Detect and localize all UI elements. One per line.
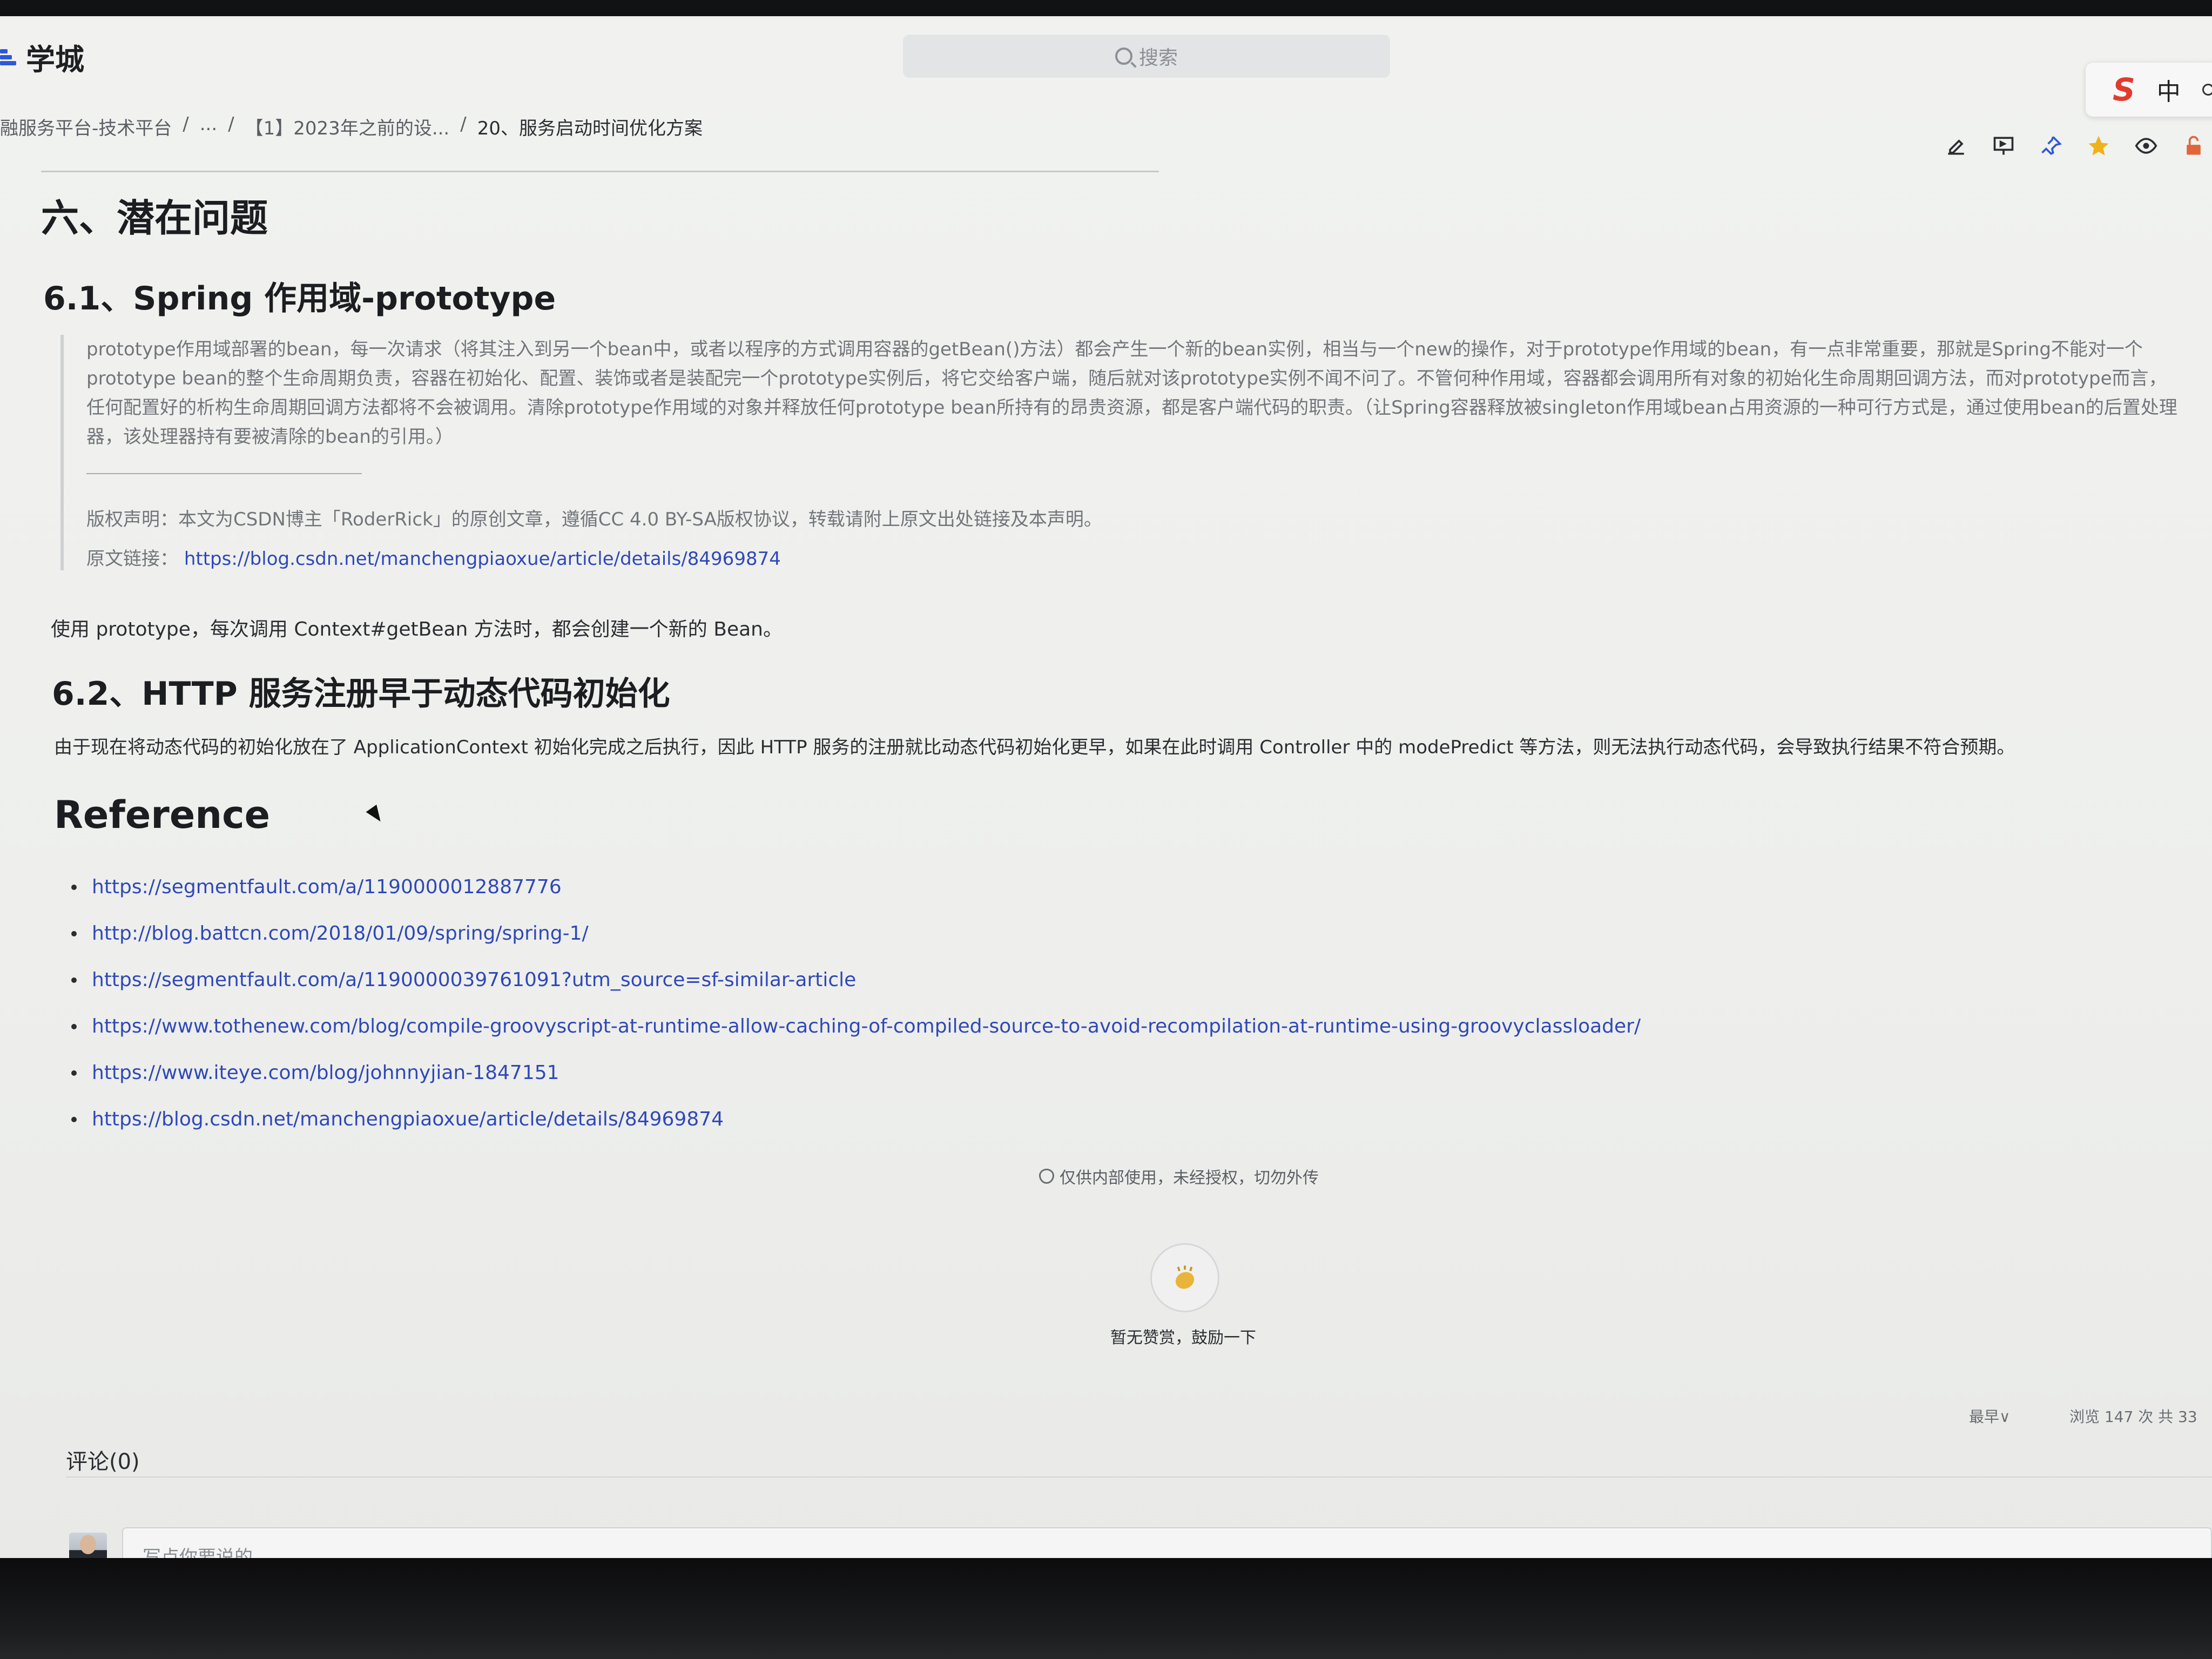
reference-link[interactable]: https://segmentfault.com/a/1190000039761… — [92, 969, 856, 991]
reference-list: https://segmentfault.com/a/1190000012887… — [70, 864, 1641, 1143]
ime-settings-icon[interactable] — [2202, 84, 2212, 96]
reference-link[interactable]: https://blog.csdn.net/manchengpiaoxue/ar… — [92, 1108, 724, 1130]
breadcrumb: 融服务平台-技术平台 / ... / 【1】2023年之前的设... / 20、… — [0, 113, 703, 140]
breadcrumb-current: 20、服务启动时间优化方案 — [477, 118, 703, 139]
body-text: 由于现在将动态代码的初始化放在了 ApplicationContext 初始化完… — [54, 737, 2015, 758]
quote-line: prototype作用域部署的bean，每一次请求（将其注入到另一个bean中，… — [86, 339, 2143, 360]
reference-link[interactable]: https://www.iteye.com/blog/johnnyjian-18… — [92, 1062, 559, 1084]
pin-icon[interactable] — [2039, 134, 2063, 158]
app-title: 学城 — [26, 43, 84, 77]
shield-icon — [1039, 1169, 1054, 1184]
eye-icon[interactable] — [2134, 134, 2158, 158]
search-icon — [1115, 48, 1132, 65]
source-link[interactable]: https://blog.csdn.net/manchengpiaoxue/ar… — [184, 548, 781, 570]
app-logo[interactable]: 学城 — [0, 36, 84, 78]
search-placeholder: 搜索 — [1138, 47, 1178, 69]
list-item: https://segmentfault.com/a/1190000039761… — [70, 957, 1641, 1003]
copyright-notice: 版权声明：本文为CSDN博主「RoderRick」的原创文章，遵循CC 4.0 … — [86, 509, 1102, 530]
list-item: https://segmentfault.com/a/1190000012887… — [70, 864, 1641, 911]
reference-link[interactable]: https://segmentfault.com/a/1190000012887… — [92, 876, 562, 898]
quote-line: 任何配置好的析构生命周期回调方法都将不会被调用。清除prototype作用域的对… — [86, 397, 2177, 419]
breadcrumb-separator: / — [228, 113, 234, 135]
breadcrumb-item[interactable]: 【1】2023年之前的设... — [245, 113, 450, 140]
star-icon[interactable] — [2087, 134, 2110, 158]
quote-line: 器，该处理器持有要被清除的bean的引用。） — [86, 426, 454, 448]
comments-title: 评论(0) — [66, 1449, 140, 1474]
mouse-pointer-icon — [366, 804, 386, 826]
blockquote: prototype作用域部署的bean，每一次请求（将其注入到另一个bean中，… — [60, 335, 2212, 570]
source-link-row: 原文链接： https://blog.csdn.net/manchengpiao… — [86, 544, 2212, 570]
ime-logo[interactable]: S — [2113, 71, 2135, 108]
clap-icon — [1175, 1265, 1195, 1289]
lock-icon[interactable] — [2182, 134, 2206, 158]
view-count: 浏览 147 次 共 33 — [2069, 1408, 2197, 1426]
comment-sort-dropdown[interactable]: 最早∨ — [1969, 1405, 2011, 1427]
subsection-heading: 6.2、HTTP 服务注册早于动态代码初始化 — [52, 675, 670, 713]
search-input[interactable]: 搜索 — [903, 35, 1390, 78]
divider — [66, 1476, 2212, 1478]
list-item: https://www.tothenew.com/blog/compile-gr… — [70, 1003, 1641, 1050]
notice-text: 仅供内部使用，未经授权，切勿外传 — [1060, 1169, 1319, 1188]
ime-toolbar[interactable]: S 中 — [2086, 63, 2212, 117]
breadcrumb-item[interactable]: 融服务平台-技术平台 — [0, 113, 172, 140]
reference-link[interactable]: https://www.tothenew.com/blog/compile-gr… — [92, 1015, 1641, 1037]
body-text: 使用 prototype，每次调用 Context#getBean 方法时，都会… — [51, 618, 783, 640]
divider — [41, 171, 1159, 172]
present-icon[interactable] — [1992, 134, 2015, 158]
dashed-divider — [86, 473, 362, 474]
breadcrumb-separator: / — [460, 113, 467, 135]
brand-mark-icon — [0, 48, 16, 66]
section-heading: 六、潜在问题 — [41, 196, 268, 240]
appreciate-button[interactable] — [1150, 1243, 1219, 1312]
source-link-label: 原文链接： — [86, 548, 178, 570]
comment-input[interactable]: 写点你要说的 — [122, 1527, 2212, 1558]
edit-icon[interactable] — [1944, 134, 1968, 158]
appreciate-label: 暂无赞赏，鼓励一下 — [1110, 1328, 1256, 1347]
list-item: http://blog.battcn.com/2018/01/09/spring… — [70, 911, 1641, 957]
quote-line: prototype bean的整个生命周期负责，容器在初始化、配置、装饰或者是装… — [86, 368, 2167, 389]
internal-use-notice: 仅供内部使用，未经授权，切勿外传 — [1039, 1164, 1319, 1188]
browser-viewport: 学城 搜索 S 中 融服务平台-技术平台 / ... / 【1】2023年之前的… — [0, 16, 2212, 1558]
subsection-heading: 6.1、Spring 作用域-prototype — [43, 280, 556, 318]
ime-mode-toggle[interactable]: 中 — [2157, 72, 2181, 107]
doc-toolbar — [1944, 134, 2206, 158]
reference-heading: Reference — [54, 793, 271, 837]
avatar — [69, 1533, 107, 1558]
reference-link[interactable]: http://blog.battcn.com/2018/01/09/spring… — [92, 922, 589, 945]
list-item: https://www.iteye.com/blog/johnnyjian-18… — [70, 1050, 1641, 1096]
breadcrumb-separator: / — [183, 113, 189, 135]
breadcrumb-item[interactable]: ... — [200, 113, 217, 140]
monitor-bezel — [0, 1558, 2212, 1659]
list-item: https://blog.csdn.net/manchengpiaoxue/ar… — [70, 1096, 1641, 1143]
